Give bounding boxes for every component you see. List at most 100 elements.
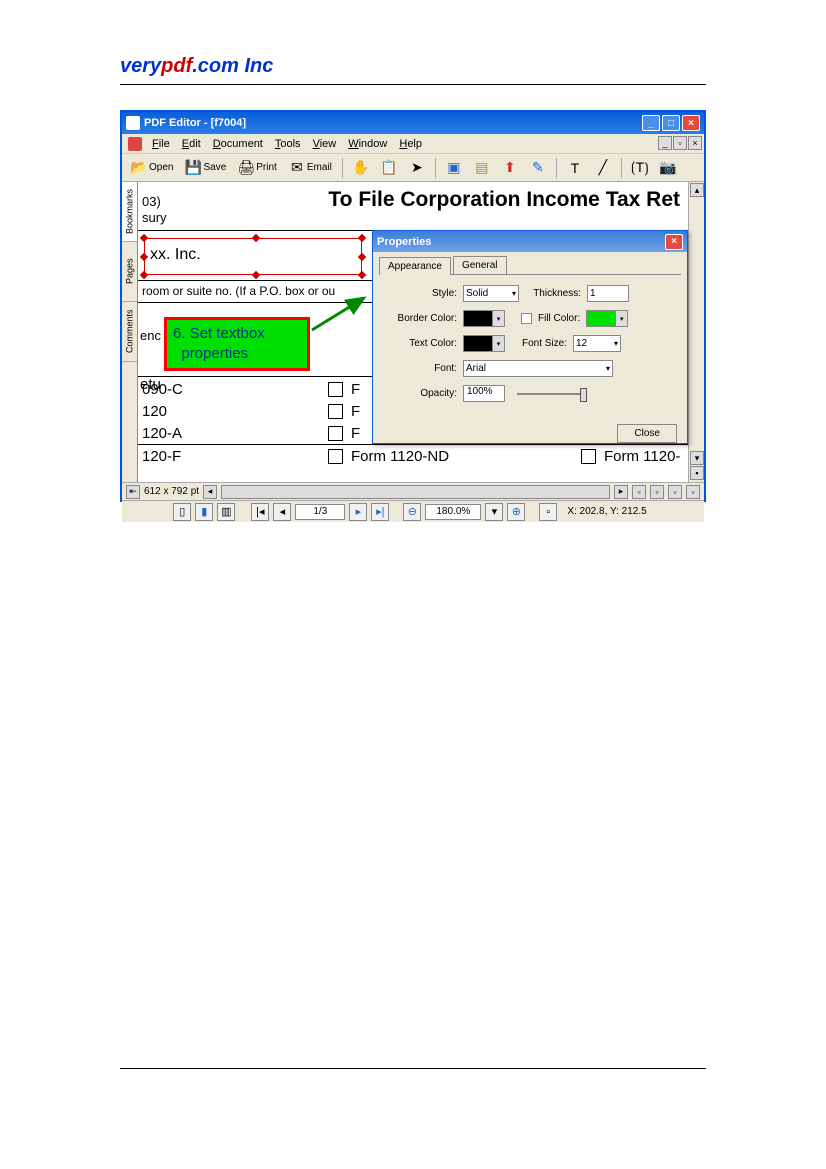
save-button[interactable]: 💾Save bbox=[180, 157, 231, 179]
print-icon: 🖨 bbox=[238, 160, 254, 176]
view-mode-3[interactable]: ▫ bbox=[668, 485, 682, 499]
sb-single-page[interactable]: ▯ bbox=[173, 503, 191, 521]
select-tool[interactable]: ➤ bbox=[404, 157, 430, 179]
minimize-button[interactable]: _ bbox=[642, 115, 660, 131]
maximize-button[interactable]: □ bbox=[662, 115, 680, 131]
arrow-icon: ➤ bbox=[409, 160, 425, 176]
dialog-titlebar[interactable]: Properties × bbox=[373, 231, 687, 252]
horizontal-scrollbar[interactable] bbox=[221, 485, 610, 499]
sb-facing[interactable]: ▥ bbox=[217, 503, 235, 521]
opacity-input[interactable]: 100% bbox=[463, 385, 505, 402]
textbox-value[interactable]: xx. Inc. bbox=[150, 246, 201, 264]
dialog-close-button[interactable]: × bbox=[665, 234, 683, 250]
thickness-input[interactable]: 1 bbox=[587, 285, 629, 302]
mdi-restore[interactable]: ▫ bbox=[673, 136, 687, 150]
checkbox[interactable] bbox=[581, 449, 596, 464]
copy-tool[interactable]: 📋 bbox=[376, 157, 402, 179]
dimension-bar: ⇤ 612 x 792 pt ◂ ▸ ▫ ▫ ▫ ▫ bbox=[122, 482, 704, 500]
view-mode-1[interactable]: ▫ bbox=[632, 485, 646, 499]
font-size-label: Font Size: bbox=[511, 338, 567, 349]
menu-view[interactable]: View bbox=[307, 138, 343, 150]
hand-tool[interactable]: ✋ bbox=[348, 157, 374, 179]
tab-pages[interactable]: Pages bbox=[122, 242, 137, 302]
text-color-picker[interactable]: ▾ bbox=[463, 335, 505, 352]
workspace: Bookmarks Pages Comments To File Corpora… bbox=[122, 182, 704, 482]
form-row: 120-F Form 1120-ND Form 1120- bbox=[138, 445, 704, 467]
zoom-dropdown[interactable]: ▾ bbox=[485, 503, 503, 521]
fill-color-checkbox[interactable] bbox=[521, 313, 532, 324]
dim-left[interactable]: ⇤ bbox=[126, 485, 140, 499]
font-size-select[interactable]: 12 bbox=[573, 335, 621, 352]
checkbox[interactable] bbox=[328, 382, 343, 397]
prev-page-button[interactable]: ◂ bbox=[273, 503, 291, 521]
line-tool[interactable]: ╱ bbox=[590, 157, 616, 179]
sb-continuous[interactable]: ▮ bbox=[195, 503, 213, 521]
print-button[interactable]: 🖨Print bbox=[233, 157, 282, 179]
hscroll-right[interactable]: ▸ bbox=[614, 485, 628, 499]
zoom-input[interactable] bbox=[425, 504, 481, 520]
border-color-picker[interactable]: ▾ bbox=[463, 310, 505, 327]
email-button[interactable]: ✉Email bbox=[284, 157, 337, 179]
pencil-tool[interactable]: ✎ bbox=[525, 157, 551, 179]
menu-file[interactable]: File bbox=[146, 138, 176, 150]
tab-bookmarks[interactable]: Bookmarks bbox=[122, 182, 137, 242]
dialog-title: Properties bbox=[377, 236, 431, 248]
callout-arrow bbox=[310, 294, 370, 334]
snapshot-tool[interactable]: 📷 bbox=[655, 157, 681, 179]
open-button[interactable]: 📂Open bbox=[126, 157, 178, 179]
vertical-scrollbar[interactable]: ▴ ▾ ▪ bbox=[688, 182, 704, 482]
mdi-minimize[interactable]: _ bbox=[658, 136, 672, 150]
style-select[interactable]: Solid bbox=[463, 285, 519, 302]
next-page-button[interactable]: ▸ bbox=[349, 503, 367, 521]
checkbox[interactable] bbox=[328, 426, 343, 441]
tab-appearance[interactable]: Appearance bbox=[379, 257, 451, 275]
menu-window[interactable]: Window bbox=[342, 138, 393, 150]
document-area[interactable]: To File Corporation Income Tax Ret 03) s… bbox=[138, 182, 704, 482]
menu-document[interactable]: Document bbox=[207, 138, 269, 150]
hscroll-left[interactable]: ◂ bbox=[203, 485, 217, 499]
first-page-button[interactable]: |◂ bbox=[251, 503, 269, 521]
properties-dialog[interactable]: Properties × Appearance General Style: S… bbox=[372, 230, 688, 444]
scroll-up-button[interactable]: ▴ bbox=[690, 183, 704, 197]
edit-text-tool[interactable]: ⟮T⟯ bbox=[627, 157, 653, 179]
scroll-corner: ▪ bbox=[690, 466, 704, 480]
dialog-close-btn[interactable]: Close bbox=[617, 424, 677, 443]
scroll-down-button[interactable]: ▾ bbox=[690, 451, 704, 465]
last-page-button[interactable]: ▸| bbox=[371, 503, 389, 521]
tab-comments[interactable]: Comments bbox=[122, 302, 137, 362]
stamp-tool[interactable]: ⬆ bbox=[497, 157, 523, 179]
menu-help[interactable]: Help bbox=[393, 138, 428, 150]
selected-textbox[interactable]: xx. Inc. bbox=[144, 238, 362, 275]
tab-general[interactable]: General bbox=[453, 256, 507, 274]
view-mode-2[interactable]: ▫ bbox=[650, 485, 664, 499]
checkbox[interactable] bbox=[328, 404, 343, 419]
note-tool[interactable]: ▣ bbox=[441, 157, 467, 179]
view-mode-4[interactable]: ▫ bbox=[686, 485, 700, 499]
font-label: Font: bbox=[387, 363, 457, 374]
zoom-in-button[interactable]: ⊕ bbox=[507, 503, 525, 521]
close-button[interactable]: × bbox=[682, 115, 700, 131]
checkbox[interactable] bbox=[328, 449, 343, 464]
sb-page-icon[interactable]: ▫ bbox=[539, 503, 557, 521]
fill-color-picker[interactable]: ▾ bbox=[586, 310, 628, 327]
logo: verypdf.com Inc bbox=[120, 55, 706, 78]
zoom-out-button[interactable]: ⊖ bbox=[403, 503, 421, 521]
titlebar[interactable]: PDF Editor - [f7004] _ □ × bbox=[122, 112, 704, 134]
opacity-slider[interactable] bbox=[517, 393, 587, 395]
mdi-close[interactable]: × bbox=[688, 136, 702, 150]
toolbar-separator bbox=[556, 158, 557, 178]
email-icon: ✉ bbox=[289, 160, 305, 176]
app-window: PDF Editor - [f7004] _ □ × File Edit Doc… bbox=[120, 110, 706, 502]
menu-app-icon bbox=[128, 137, 142, 151]
text-tool[interactable]: T bbox=[562, 157, 588, 179]
callout-line1: 6. Set textbox bbox=[173, 325, 265, 342]
font-select[interactable]: Arial bbox=[463, 360, 613, 377]
doc-fragment: 03) bbox=[142, 194, 161, 209]
link-tool[interactable]: ▤ bbox=[469, 157, 495, 179]
page-header: verypdf.com Inc bbox=[120, 55, 706, 85]
page-number-input[interactable] bbox=[295, 504, 345, 520]
save-label: Save bbox=[203, 162, 226, 173]
doc-fragment: enc bbox=[140, 328, 161, 343]
menu-tools[interactable]: Tools bbox=[269, 138, 307, 150]
menu-edit[interactable]: Edit bbox=[176, 138, 207, 150]
